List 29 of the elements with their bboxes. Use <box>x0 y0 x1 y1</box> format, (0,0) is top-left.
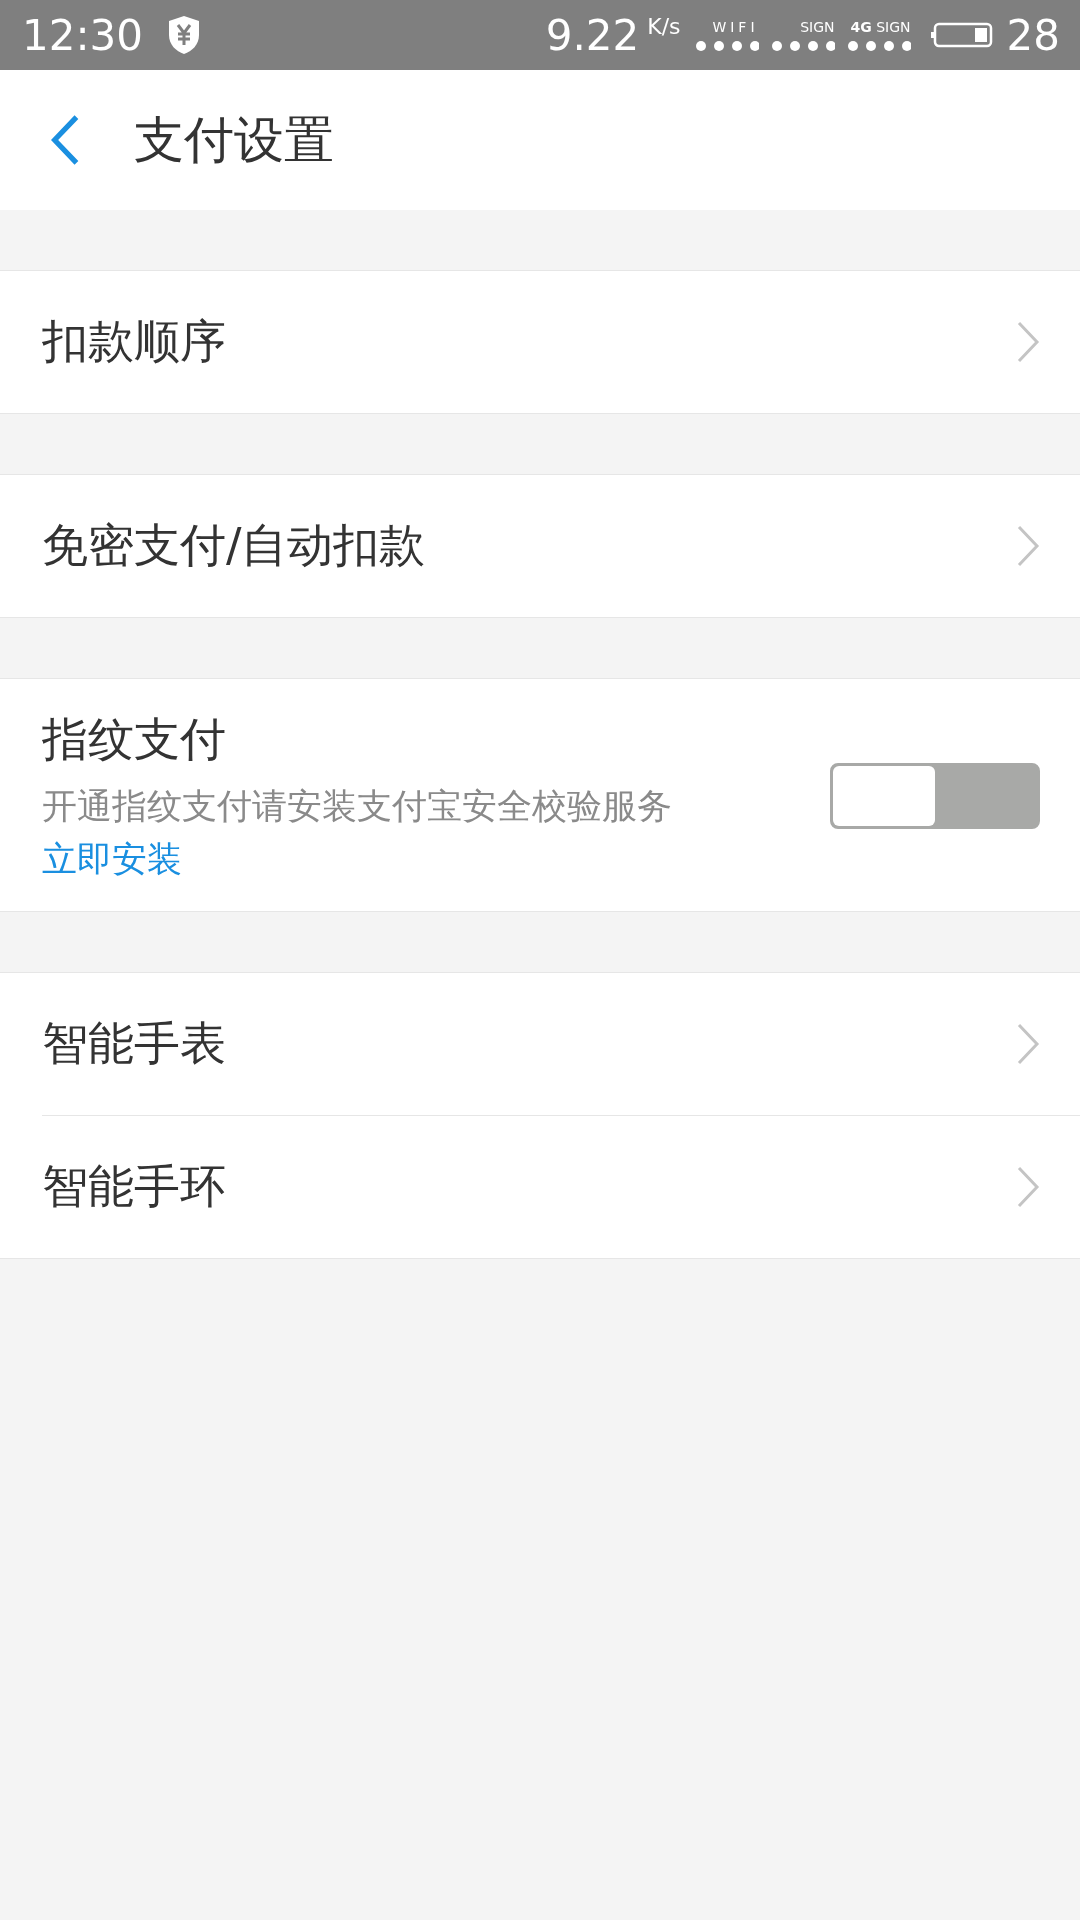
battery-level: 28 <box>1006 10 1060 60</box>
signal-label: SIGN <box>800 18 835 36</box>
signal-icon <box>846 40 911 52</box>
chevron-right-icon <box>1016 1165 1040 1209</box>
signal-label: SIGN <box>876 19 911 35</box>
item-description: 开通指纹支付请安装支付宝安全校验服务 <box>42 785 673 828</box>
wifi-signal-icon <box>694 40 759 52</box>
network-type: 4G <box>850 19 872 35</box>
toggle-switch[interactable] <box>830 763 1040 829</box>
settings-item[interactable]: 扣款顺序 <box>0 271 1080 413</box>
wifi-label: WIFI <box>712 18 759 36</box>
clock: 12:30 <box>22 10 144 60</box>
battery-icon <box>930 22 993 48</box>
chevron-right-icon <box>1016 320 1040 364</box>
page-title: 支付设置 <box>134 109 334 171</box>
signal-icon <box>770 40 835 52</box>
chevron-right-icon <box>1016 524 1040 568</box>
item-label: 免密支付/自动扣款 <box>42 517 427 574</box>
network-speed: 9.22 <box>545 10 640 60</box>
item-label: 指纹支付 <box>42 711 227 768</box>
item-label: 扣款顺序 <box>42 313 227 370</box>
shield-icon <box>167 15 202 55</box>
settings-item[interactable]: 智能手表 <box>0 973 1080 1115</box>
item-label: 智能手表 <box>42 1015 227 1072</box>
speed-unit: K/s <box>647 14 681 39</box>
item-label: 智能手环 <box>42 1158 227 1215</box>
chevron-right-icon <box>1016 1022 1040 1066</box>
settings-item[interactable]: 免密支付/自动扣款 <box>0 475 1080 617</box>
settings-item[interactable]: 智能手环 <box>42 1115 1080 1258</box>
